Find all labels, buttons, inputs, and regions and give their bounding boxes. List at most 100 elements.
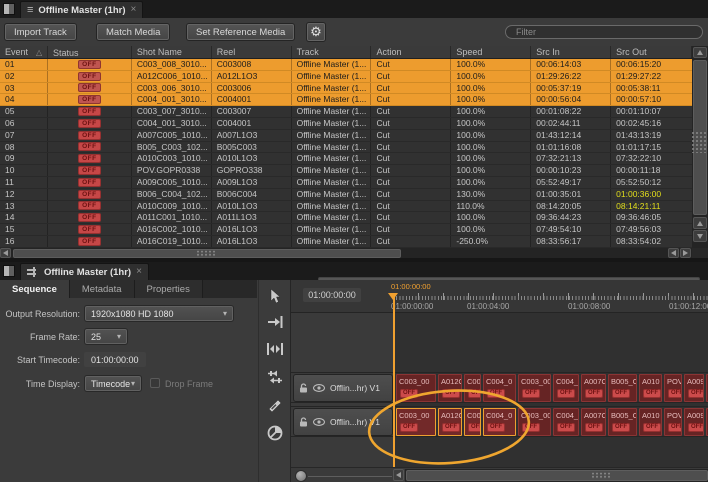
scroll-down-button[interactable]	[693, 230, 707, 242]
table-row[interactable]: 06OFFC004_001_3010...C004001Offline Mast…	[0, 118, 692, 130]
timeline-clip[interactable]: A010OFF	[639, 408, 662, 436]
table-row[interactable]: 03OFFC003_006_3010...C003006Offline Mast…	[0, 83, 692, 95]
timeline-clip[interactable]: C00OFF	[464, 408, 481, 436]
timeline-clip[interactable]: A009OFF	[684, 408, 704, 436]
retime-tool-icon[interactable]	[262, 421, 288, 445]
visibility-eye-icon[interactable]	[313, 418, 325, 426]
column-header-reel[interactable]: Reel	[212, 46, 292, 58]
start-timecode-field[interactable]: 01:00:00:00	[84, 352, 146, 367]
pane-layout-icon-2[interactable]	[3, 265, 15, 277]
scroll-up-button[interactable]	[693, 47, 707, 58]
timeline-clip[interactable]: C003_00OFF	[396, 374, 436, 402]
sequence-properties-pane: Sequence Metadata Properties Output Reso…	[0, 280, 257, 482]
close-icon-2[interactable]: ×	[136, 267, 142, 277]
close-icon[interactable]: ×	[131, 5, 137, 15]
chevron-down-icon: ▾	[131, 379, 135, 388]
video-track-1: Offlin...hr) V1 C003_00OFFA012C0OFFC00OF…	[291, 372, 708, 403]
table-row[interactable]: 10OFFPOV.GOPR0338GOPRO338Offline Master …	[0, 165, 692, 177]
table-row[interactable]: 12OFFB006_C004_102...B006C004Offline Mas…	[0, 189, 692, 201]
column-header-shot-name[interactable]: Shot Name	[132, 46, 212, 58]
timeline-clip[interactable]: A010OFF	[639, 374, 662, 402]
table-row[interactable]: 07OFFA007C005_1010...A007L1O3Offline Mas…	[0, 130, 692, 142]
column-header-track[interactable]: Track	[292, 46, 372, 58]
scroll-left-button[interactable]	[0, 248, 11, 258]
gear-icon: ⚙	[310, 24, 322, 40]
track-header-v1b[interactable]: Offlin...hr) V1	[293, 408, 393, 436]
tab-offline-master-spreadsheet[interactable]: ≡ Offline Master (1hr) ×	[20, 1, 143, 18]
timeline-clip[interactable]: C003_00OFF	[396, 408, 436, 436]
timeline-clip[interactable]: C003_00OFF	[518, 374, 551, 402]
settings-button[interactable]: ⚙	[306, 22, 326, 42]
scroll-left-button-2[interactable]	[668, 248, 679, 258]
column-header-speed[interactable]: Speed	[451, 46, 531, 58]
column-header-status[interactable]: Status	[48, 46, 132, 58]
cell-speed: 100.0%	[451, 212, 531, 223]
filter-input[interactable]	[505, 25, 703, 39]
timeline-scroll-left-button[interactable]	[393, 469, 404, 481]
column-header-src-out[interactable]: Src Out	[611, 46, 692, 58]
tab-metadata[interactable]: Metadata	[70, 280, 135, 298]
table-row[interactable]: 08OFFB005_C003_102...B005C003Offline Mas…	[0, 142, 692, 154]
trim-tool-icon[interactable]	[262, 337, 288, 361]
playhead-line[interactable]	[393, 293, 395, 467]
zoom-slider-handle[interactable]	[295, 470, 307, 482]
table-row[interactable]: 14OFFA011C001_1010...A011L1O3Offline Mas…	[0, 212, 692, 224]
timeline-clip[interactable]: A012C0OFF	[438, 374, 462, 402]
frame-rate-select[interactable]: 25▾	[84, 328, 128, 345]
table-row[interactable]: 04OFFC004_001_3010...C004001Offline Mast…	[0, 94, 692, 106]
timeline-clip[interactable]: C004_0OFF	[553, 374, 579, 402]
output-resolution-select[interactable]: 1920x1080 HD 1080▾	[84, 305, 234, 322]
cell-event: 03	[0, 83, 48, 94]
playhead-handle[interactable]	[388, 293, 398, 305]
column-header-event[interactable]: Event△	[0, 46, 48, 58]
track-header-v1[interactable]: Offlin...hr) V1	[293, 374, 393, 402]
current-timecode[interactable]: 01:00:00:00	[303, 288, 361, 302]
timeline-clip[interactable]: A012C0OFF	[438, 408, 462, 436]
table-row[interactable]: 01OFFC003_008_3010...C003008Offline Mast…	[0, 59, 692, 71]
timeline-clip[interactable]: B005_COFF	[608, 374, 637, 402]
timeline-clip[interactable]: POVOFF	[664, 374, 682, 402]
tab-properties[interactable]: Properties	[135, 280, 203, 298]
pane-layout-icon[interactable]	[3, 3, 15, 15]
tab-sequence[interactable]: Sequence	[0, 280, 70, 298]
timeline-clip[interactable]: A007C0OFF	[581, 374, 606, 402]
lock-icon[interactable]	[299, 417, 308, 427]
visibility-eye-icon[interactable]	[313, 384, 325, 392]
column-header-src-in[interactable]: Src In	[531, 46, 611, 58]
table-row[interactable]: 16OFFA016C019_1010...A016L1O3Offline Mas…	[0, 236, 692, 248]
scroll-up-button-2[interactable]	[693, 217, 707, 229]
cell-event: 12	[0, 189, 48, 200]
table-row[interactable]: 09OFFA010C003_1010...A010L1O3Offline Mas…	[0, 153, 692, 165]
table-row[interactable]: 13OFFA010C009_1010...A010L1O3Offline Mas…	[0, 201, 692, 213]
timeline-hscroll-thumb[interactable]	[406, 470, 708, 481]
table-row[interactable]: 02OFFA012C006_1010...A012L1O3Offline Mas…	[0, 71, 692, 83]
spreadsheet-menu-icon[interactable]: ≡	[27, 5, 33, 15]
drop-frame-checkbox[interactable]	[150, 378, 160, 388]
tab-offline-master-timeline[interactable]: Offline Master (1hr) ×	[20, 263, 149, 280]
slip-tool-icon[interactable]	[262, 365, 288, 389]
timeline-clip[interactable]: A007C0OFF	[581, 408, 606, 436]
table-row[interactable]: 05OFFC003_007_3010...C003007Offline Mast…	[0, 106, 692, 118]
match-media-button[interactable]: Match Media	[96, 23, 170, 41]
timeline-clip[interactable]: POVOFF	[664, 408, 682, 436]
timeline-clip[interactable]: C003_00OFF	[518, 408, 551, 436]
move-clip-tool-icon[interactable]	[262, 310, 288, 334]
timeline-clip[interactable]: B005_COFF	[608, 408, 637, 436]
selection-tool-icon[interactable]	[262, 284, 288, 308]
time-display-select[interactable]: Timecode▾	[84, 375, 142, 392]
timeline-clip[interactable]: C004_0OFF	[483, 374, 516, 402]
timeline-clip[interactable]: C00OFF	[464, 374, 481, 402]
column-header-action[interactable]: Action	[371, 46, 451, 58]
timeline-clip[interactable]: C004_0OFF	[553, 408, 579, 436]
roll-tool-icon[interactable]	[262, 393, 288, 417]
table-row[interactable]: 11OFFA009C005_1010...A009L1O3Offline Mas…	[0, 177, 692, 189]
timeline-clip[interactable]: A009OFF	[684, 374, 704, 402]
lock-icon[interactable]	[299, 383, 308, 393]
track-lane-2: C003_00OFFA012C0OFFC00OFFC004_0OFFC003_0…	[395, 407, 708, 437]
timeline-clip[interactable]: C004_0OFF	[483, 408, 516, 436]
set-reference-media-button[interactable]: Set Reference Media	[186, 23, 295, 41]
scroll-right-button[interactable]	[680, 248, 691, 258]
import-track-button[interactable]: Import Track	[4, 23, 77, 41]
zoom-slider-track[interactable]	[308, 476, 392, 477]
table-row[interactable]: 15OFFA016C002_1010...A016L1O3Offline Mas…	[0, 224, 692, 236]
